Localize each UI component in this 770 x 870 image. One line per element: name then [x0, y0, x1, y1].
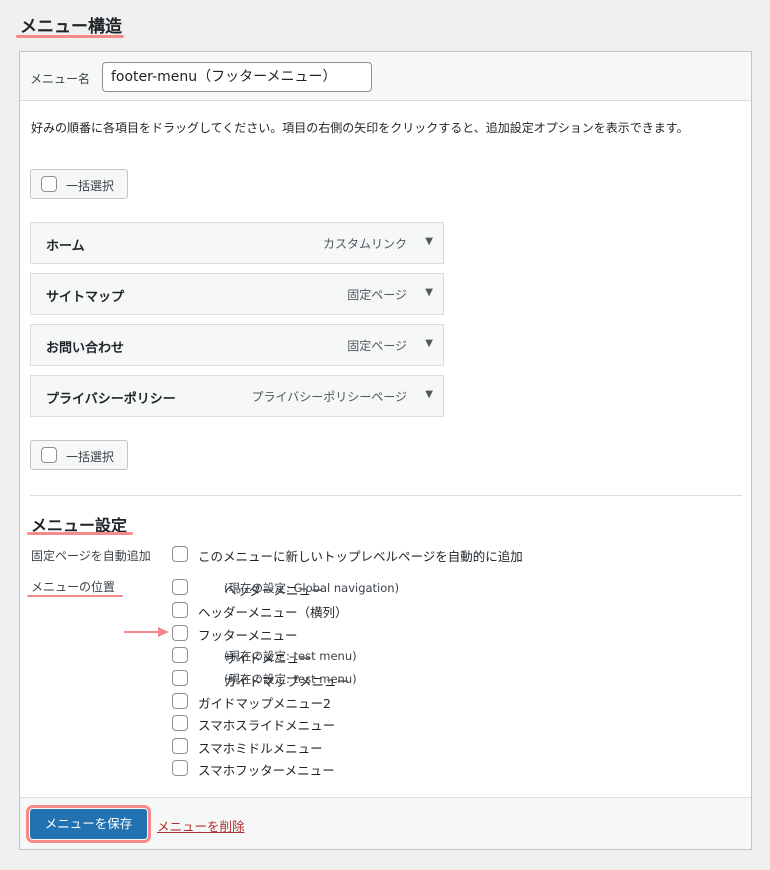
- instructions-text: 好みの順番に各項目をドラッグしてください。項目の右側の矢印をクリックすると、追加…: [31, 121, 689, 135]
- menu-item-type: 固定ページ: [347, 288, 407, 302]
- location-name: スマホスライドメニュー: [198, 718, 336, 733]
- expand-arrow-icon[interactable]: ▼: [425, 236, 433, 247]
- location-checkbox[interactable]: [172, 647, 188, 663]
- auto-add-label: 固定ページを自動追加: [31, 549, 151, 563]
- locations-label-highlight: [27, 595, 123, 597]
- location-note: (現在の設定: test menu): [224, 672, 357, 686]
- expand-arrow-icon[interactable]: ▼: [425, 338, 433, 349]
- location-checkbox[interactable]: [172, 760, 188, 776]
- location-note: (現在の設定: Global navigation): [224, 581, 400, 595]
- location-checkbox[interactable]: [172, 715, 188, 731]
- menu-structure-panel: [19, 51, 752, 850]
- save-menu-button[interactable]: メニューを保存: [26, 805, 151, 843]
- location-name: スマホフッターメニュー: [198, 763, 335, 778]
- menu-item-title: プライバシーポリシー: [46, 392, 176, 407]
- menu-item-type: プライバシーポリシーページ: [251, 390, 407, 404]
- location-checkbox[interactable]: [172, 670, 188, 686]
- menu-item-sitemap[interactable]: サイトマップ 固定ページ ▼: [30, 273, 444, 315]
- location-checkbox[interactable]: [172, 738, 188, 754]
- title-highlight: [16, 35, 124, 38]
- location-name: ヘッダーメニュー（横列）: [198, 605, 348, 620]
- menu-item-type: カスタムリンク: [322, 237, 407, 251]
- locations-label: メニューの位置: [31, 580, 116, 594]
- delete-menu-link[interactable]: メニューを削除: [157, 816, 245, 835]
- bulk-select-label: 一括選択: [66, 179, 115, 193]
- expand-arrow-icon[interactable]: ▼: [425, 389, 433, 400]
- menu-item-title: サイトマップ: [46, 290, 125, 305]
- location-name: スマホミドルメニュー: [198, 741, 323, 756]
- menu-name-label: メニュー名: [30, 72, 91, 86]
- auto-add-checkbox[interactable]: [172, 546, 188, 562]
- divider: [30, 495, 742, 496]
- bulk-select-label: 一括選択: [66, 450, 115, 464]
- settings-title-highlight: [27, 532, 133, 535]
- menu-item-title: ホーム: [46, 239, 85, 254]
- menu-name-input[interactable]: footer-menu（フッターメニュー）: [102, 62, 372, 92]
- location-checkbox[interactable]: [172, 602, 188, 618]
- location-checkbox[interactable]: [172, 579, 188, 595]
- menu-item-type: 固定ページ: [347, 339, 407, 353]
- menu-item-title: お問い合わせ: [46, 341, 125, 356]
- bulk-select-top[interactable]: 一括選択: [30, 169, 128, 199]
- location-checkbox[interactable]: [172, 693, 188, 709]
- location-name: ガイドマップメニュー2: [198, 696, 331, 711]
- bulk-select-bottom[interactable]: 一括選択: [30, 440, 128, 470]
- location-name: フッターメニュー: [198, 628, 298, 643]
- location-checkbox[interactable]: [172, 625, 188, 641]
- bulk-select-checkbox[interactable]: [41, 176, 57, 192]
- auto-add-option-label: このメニューに新しいトップレベルページを自動的に追加: [198, 549, 523, 564]
- menu-item-contact[interactable]: お問い合わせ 固定ページ ▼: [30, 324, 444, 366]
- location-note: (現在の設定: test menu): [224, 649, 357, 663]
- menu-item-home[interactable]: ホーム カスタムリンク ▼: [30, 222, 444, 264]
- menu-item-privacy[interactable]: プライバシーポリシー プライバシーポリシーページ ▼: [30, 375, 444, 417]
- expand-arrow-icon[interactable]: ▼: [425, 287, 433, 298]
- pointer-arrow-icon: [124, 627, 169, 637]
- bulk-select-checkbox[interactable]: [41, 447, 57, 463]
- page-title: メニュー構造: [20, 17, 122, 37]
